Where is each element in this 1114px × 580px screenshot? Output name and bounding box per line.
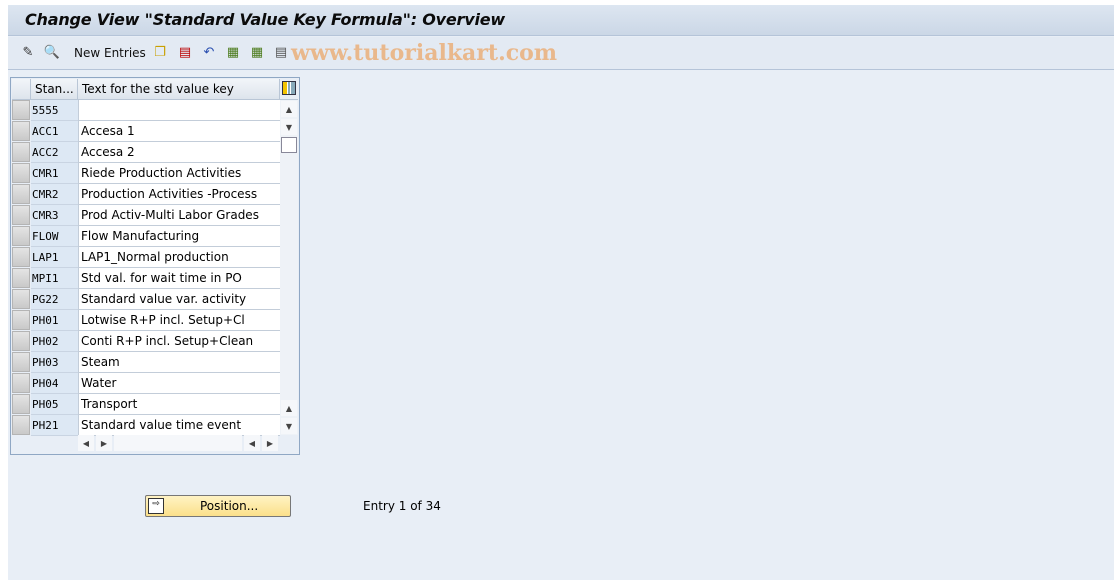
watermark: www.tutorialkart.com <box>291 40 558 66</box>
scroll-thumb[interactable] <box>281 137 297 153</box>
cell-text[interactable] <box>78 100 280 121</box>
cell-text[interactable]: Accesa 2 <box>78 142 280 163</box>
cell-key[interactable]: MPI1 <box>31 268 78 289</box>
sap-window: Change View "Standard Value Key Formula"… <box>8 5 1114 580</box>
scroll-page-down-icon[interactable]: ▼ <box>281 418 297 434</box>
cell-key[interactable]: LAP1 <box>31 247 78 268</box>
cell-text[interactable]: Standard value var. activity <box>78 289 280 310</box>
undo-icon[interactable]: ↶ <box>201 44 217 60</box>
cell-key[interactable]: PH03 <box>31 352 78 373</box>
table-row: CMR1 Riede Production Activities <box>12 163 280 184</box>
scroll-right-end-icon[interactable]: ▶ <box>262 435 278 451</box>
inspect-icon[interactable]: 🔍 <box>44 44 60 60</box>
table-row: PH03 Steam <box>12 352 280 373</box>
table-row: PH01 Lotwise R+P incl. Setup+Cl <box>12 310 280 331</box>
cell-text[interactable]: Steam <box>78 352 280 373</box>
row-selector[interactable] <box>12 163 30 183</box>
page-title: Change View "Standard Value Key Formula"… <box>25 10 505 29</box>
column-header-text[interactable]: Text for the std value key <box>78 79 280 100</box>
cell-text[interactable]: Production Activities -Process <box>78 184 280 205</box>
row-selector[interactable] <box>12 373 30 393</box>
table-row: PH05 Transport <box>12 394 280 415</box>
column-header-key[interactable]: Stan... <box>31 79 78 100</box>
row-selector[interactable] <box>12 121 30 141</box>
new-entries-button[interactable]: New Entries <box>74 46 146 60</box>
table-control: Stan... Text for the std value key 5555 … <box>10 77 300 455</box>
row-selector[interactable] <box>12 268 30 288</box>
select-all-rows-header[interactable] <box>12 79 31 100</box>
display-change-icon[interactable]: ✎ <box>20 44 36 60</box>
entry-counter: Entry 1 of 34 <box>363 499 441 513</box>
table-row: MPI1 Std val. for wait time in PO <box>12 268 280 289</box>
cell-text[interactable]: Lotwise R+P incl. Setup+Cl <box>78 310 280 331</box>
cell-text[interactable]: Flow Manufacturing <box>78 226 280 247</box>
position-button-label: Position... <box>200 499 259 513</box>
row-selector[interactable] <box>12 100 30 120</box>
application-toolbar: ✎ 🔍 New Entries ❐ ▤ ↶ ▦ ▦ ▤ www.tutorial… <box>8 37 1114 70</box>
cell-key[interactable]: PG22 <box>31 289 78 310</box>
cell-key[interactable]: PH05 <box>31 394 78 415</box>
cell-text[interactable]: Water <box>78 373 280 394</box>
scroll-left-icon[interactable]: ◀ <box>78 435 94 451</box>
horizontal-scroll-track[interactable] <box>114 435 242 451</box>
select-all-icon[interactable]: ▦ <box>225 44 241 60</box>
cell-text[interactable]: Riede Production Activities <box>78 163 280 184</box>
row-selector[interactable] <box>12 205 30 225</box>
cell-text[interactable]: Std val. for wait time in PO <box>78 268 280 289</box>
row-selector[interactable] <box>12 142 30 162</box>
scroll-down-icon[interactable]: ▼ <box>281 119 297 135</box>
row-selector[interactable] <box>12 226 30 246</box>
table-row: PH21 Standard value time event <box>12 415 280 436</box>
cell-key[interactable]: CMR2 <box>31 184 78 205</box>
table-row: PH02 Conti R+P incl. Setup+Clean <box>12 331 280 352</box>
cell-key[interactable]: PH21 <box>31 415 78 436</box>
table-row: PG22 Standard value var. activity <box>12 289 280 310</box>
table-settings-icon[interactable] <box>280 79 298 100</box>
cell-key[interactable]: FLOW <box>31 226 78 247</box>
cell-key[interactable]: PH02 <box>31 331 78 352</box>
table-row: FLOW Flow Manufacturing <box>12 226 280 247</box>
scroll-page-up-icon[interactable]: ▲ <box>281 400 297 416</box>
row-selector[interactable] <box>12 310 30 330</box>
table-row: 5555 <box>12 100 280 121</box>
row-selector[interactable] <box>12 184 30 204</box>
cell-key[interactable]: CMR1 <box>31 163 78 184</box>
cell-text[interactable]: Prod Activ-Multi Labor Grades <box>78 205 280 226</box>
position-icon: ⇨ <box>148 498 164 514</box>
table-row: LAP1 LAP1_Normal production <box>12 247 280 268</box>
title-bar: Change View "Standard Value Key Formula"… <box>8 5 1114 36</box>
scroll-right-icon[interactable]: ▶ <box>96 435 112 451</box>
row-selector[interactable] <box>12 394 30 414</box>
deselect-all-icon[interactable]: ▤ <box>273 44 289 60</box>
cell-text[interactable]: LAP1_Normal production <box>78 247 280 268</box>
row-selector[interactable] <box>12 289 30 309</box>
copy-icon[interactable]: ❐ <box>152 44 168 60</box>
row-selector[interactable] <box>12 352 30 372</box>
scroll-left-end-icon[interactable]: ◀ <box>244 435 260 451</box>
table-row: CMR2 Production Activities -Process <box>12 184 280 205</box>
table-row: CMR3 Prod Activ-Multi Labor Grades <box>12 205 280 226</box>
cell-key[interactable]: ACC1 <box>31 121 78 142</box>
row-selector[interactable] <box>12 247 30 267</box>
table-row: PH04 Water <box>12 373 280 394</box>
cell-key[interactable]: CMR3 <box>31 205 78 226</box>
cell-text[interactable]: Accesa 1 <box>78 121 280 142</box>
delete-icon[interactable]: ▤ <box>177 44 193 60</box>
scroll-up-icon[interactable]: ▲ <box>281 101 297 117</box>
select-block-icon[interactable]: ▦ <box>249 44 265 60</box>
horizontal-scrollbar[interactable]: ◀ ▶ ◀ ▶ <box>77 435 280 451</box>
vertical-scrollbar[interactable]: ▲ ▼ ▲ ▼ <box>280 100 298 435</box>
cell-text[interactable]: Standard value time event <box>78 415 280 436</box>
cell-text[interactable]: Transport <box>78 394 280 415</box>
cell-key[interactable]: PH01 <box>31 310 78 331</box>
table-row: ACC2 Accesa 2 <box>12 142 280 163</box>
cell-key[interactable]: 5555 <box>31 100 78 121</box>
row-selector[interactable] <box>12 331 30 351</box>
cell-key[interactable]: ACC2 <box>31 142 78 163</box>
cell-key[interactable]: PH04 <box>31 373 78 394</box>
position-button[interactable]: ⇨ Position... <box>145 495 291 517</box>
table-row: ACC1 Accesa 1 <box>12 121 280 142</box>
row-selector[interactable] <box>12 415 30 435</box>
cell-text[interactable]: Conti R+P incl. Setup+Clean <box>78 331 280 352</box>
